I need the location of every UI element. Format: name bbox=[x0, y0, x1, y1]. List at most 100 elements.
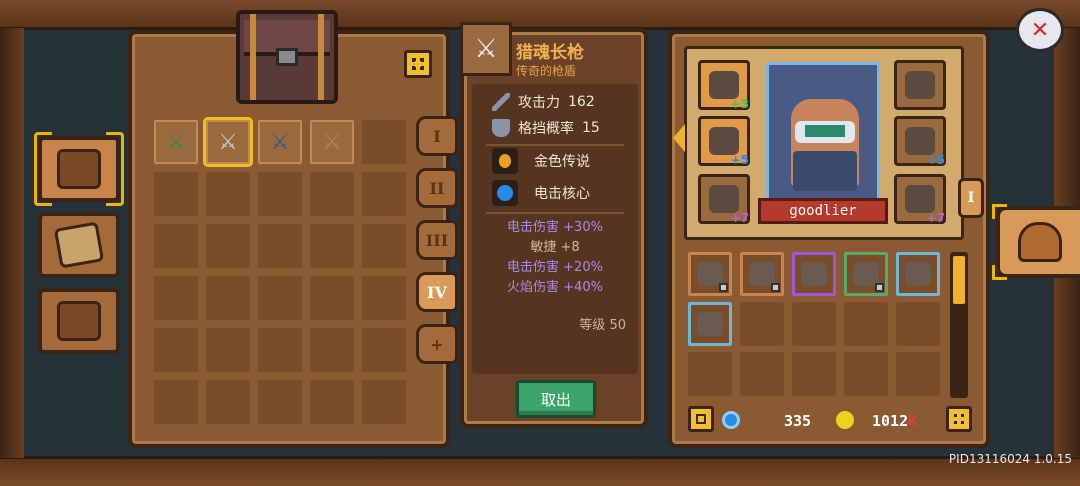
lock-button[interactable] bbox=[688, 406, 714, 432]
stat-block: 格挡概率 15 bbox=[492, 118, 600, 138]
page-tab[interactable]: III bbox=[416, 220, 458, 260]
page-tab[interactable]: + bbox=[416, 324, 458, 364]
storage-empty-slot[interactable] bbox=[258, 276, 302, 320]
helmet-tab[interactable] bbox=[992, 204, 1080, 280]
bracer-icon bbox=[709, 127, 739, 155]
bag-empty-slot[interactable] bbox=[688, 352, 732, 396]
storage-empty-slot[interactable] bbox=[154, 328, 198, 372]
storage-empty-slot[interactable] bbox=[362, 380, 406, 424]
bag-empty-slot[interactable] bbox=[740, 352, 784, 396]
bag-item-slot[interactable] bbox=[740, 252, 784, 296]
cleaver-icon: ⚔ bbox=[322, 129, 342, 155]
storage-empty-slot[interactable] bbox=[258, 380, 302, 424]
level-value: 50 bbox=[609, 318, 626, 333]
gauntlet-icon bbox=[905, 71, 935, 99]
grid-icon bbox=[412, 58, 424, 70]
fire-orb-icon bbox=[492, 148, 518, 174]
storage-empty-slot[interactable] bbox=[362, 172, 406, 216]
close-icon: ✕ bbox=[1030, 17, 1050, 43]
storage-empty-slot[interactable] bbox=[154, 380, 198, 424]
scrollbar-thumb[interactable] bbox=[953, 256, 965, 304]
storage-empty-slot[interactable] bbox=[310, 224, 354, 268]
storage-empty-slot[interactable] bbox=[206, 224, 250, 268]
effect-legendary: 金色传说 bbox=[492, 148, 590, 174]
bag-empty-slot[interactable] bbox=[740, 302, 784, 346]
effect-label: 金色传说 bbox=[534, 154, 590, 170]
bag-empty-slot[interactable] bbox=[896, 302, 940, 346]
upgrade-level: +5 bbox=[926, 153, 945, 167]
storage-empty-slot[interactable] bbox=[310, 380, 354, 424]
upgrade-level: +7 bbox=[730, 211, 749, 225]
grid-view-button[interactable] bbox=[404, 50, 432, 78]
storage-empty-slot[interactable] bbox=[258, 224, 302, 268]
bag-item-slot[interactable] bbox=[844, 252, 888, 296]
gear-slot[interactable]: +7 bbox=[698, 174, 750, 225]
side-tab-exchange[interactable] bbox=[38, 288, 120, 354]
take-out-button[interactable]: 取出 bbox=[516, 380, 596, 418]
storage-empty-slot[interactable] bbox=[362, 328, 406, 372]
feather-icon bbox=[697, 312, 723, 336]
storage-empty-slot[interactable] bbox=[206, 380, 250, 424]
ring-icon bbox=[709, 71, 739, 99]
gear-slot[interactable] bbox=[894, 60, 946, 110]
bag-item-slot[interactable] bbox=[688, 302, 732, 346]
level-label: 等级 bbox=[579, 318, 606, 333]
bag-item-slot[interactable] bbox=[896, 252, 940, 296]
storage-empty-slot[interactable] bbox=[154, 172, 198, 216]
bag-item-slot[interactable] bbox=[792, 252, 836, 296]
storage-empty-slot[interactable] bbox=[310, 328, 354, 372]
sort-button[interactable] bbox=[946, 406, 972, 432]
storage-empty-slot[interactable] bbox=[206, 328, 250, 372]
side-tab-storage[interactable] bbox=[38, 136, 120, 202]
close-button[interactable]: ✕ bbox=[1016, 8, 1064, 52]
bow-icon bbox=[801, 262, 827, 286]
gear-slot[interactable]: +5 bbox=[698, 116, 750, 167]
axe-icon: ⚔ bbox=[270, 129, 290, 155]
bag-empty-slot[interactable] bbox=[844, 352, 888, 396]
bag-empty-slot[interactable] bbox=[896, 352, 940, 396]
storage-empty-slot[interactable] bbox=[310, 276, 354, 320]
page-tab[interactable]: IV bbox=[416, 272, 458, 312]
shield-icon bbox=[492, 119, 510, 137]
storage-empty-slot[interactable] bbox=[154, 276, 198, 320]
storage-empty-slot[interactable] bbox=[206, 172, 250, 216]
item-level: 等级 50 bbox=[579, 314, 626, 333]
lock-icon bbox=[771, 283, 780, 292]
side-tab-handbook[interactable] bbox=[38, 212, 120, 278]
storage-empty-slot[interactable] bbox=[362, 224, 406, 268]
divider bbox=[486, 212, 624, 214]
upgrade-level: +7 bbox=[926, 211, 945, 225]
character-portrait bbox=[766, 62, 880, 204]
page-tab[interactable]: II bbox=[416, 168, 458, 208]
storage-empty-slot[interactable] bbox=[310, 172, 354, 216]
upgrade-level: +3 bbox=[730, 97, 749, 111]
bag-empty-slot[interactable] bbox=[792, 352, 836, 396]
storage-empty-slot[interactable] bbox=[362, 276, 406, 320]
storage-item-slot[interactable]: ⚔ bbox=[258, 120, 302, 164]
gear-slot[interactable]: +7 bbox=[894, 174, 946, 225]
storage-item-slot[interactable]: ⚔ bbox=[154, 120, 198, 164]
storage-empty-slot[interactable] bbox=[154, 224, 198, 268]
storage-empty-slot[interactable] bbox=[362, 120, 406, 164]
item-rarity: 传奇的枪盾 bbox=[516, 64, 577, 78]
bag-scrollbar[interactable] bbox=[950, 252, 968, 398]
page-tab[interactable]: I bbox=[416, 116, 458, 156]
storage-empty-slot[interactable] bbox=[258, 328, 302, 372]
gear-slot[interactable]: +5 bbox=[894, 116, 946, 167]
gear-slot[interactable]: +3 bbox=[698, 60, 750, 111]
stat-label: 攻击力 bbox=[518, 95, 560, 111]
gold-coin-icon bbox=[836, 411, 854, 429]
bag-empty-slot[interactable] bbox=[844, 302, 888, 346]
bag-empty-slot[interactable] bbox=[792, 302, 836, 346]
storage-item-slot[interactable]: ⚔ bbox=[203, 117, 253, 167]
storage-empty-slot[interactable] bbox=[206, 276, 250, 320]
gem-icon bbox=[722, 411, 740, 429]
divider bbox=[486, 144, 624, 146]
upgrade-level: +5 bbox=[730, 153, 749, 167]
storage-item-slot[interactable]: ⚔ bbox=[310, 120, 354, 164]
bonus-line: 电击伤害 +30% bbox=[507, 220, 603, 235]
stat-attack: 攻击力 162 bbox=[492, 92, 595, 112]
set-indicator-tab[interactable]: I bbox=[958, 178, 984, 218]
storage-empty-slot[interactable] bbox=[258, 172, 302, 216]
bag-item-slot[interactable] bbox=[688, 252, 732, 296]
